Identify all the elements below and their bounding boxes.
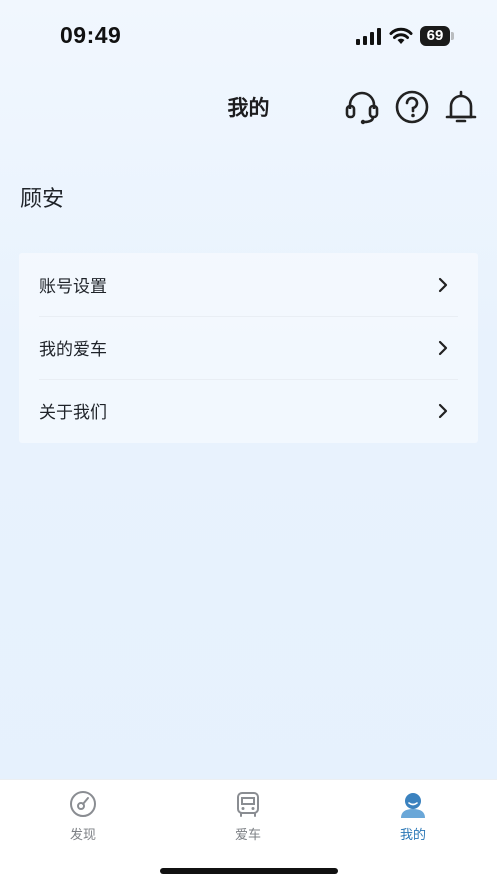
menu-item-label: 我的爱车 <box>39 340 107 360</box>
headset-icon[interactable] <box>344 87 380 127</box>
header: 我的 <box>0 84 497 130</box>
help-icon[interactable] <box>394 87 430 127</box>
menu-item-account-settings[interactable]: 账号设置 <box>19 253 478 316</box>
status-bar: 09:49 69 <box>0 0 497 72</box>
car-icon <box>237 792 259 817</box>
tab-label: 我的 <box>399 828 426 843</box>
tab-label: 爱车 <box>234 828 261 843</box>
tab-label: 发现 <box>69 828 96 843</box>
signal-icon <box>356 28 381 45</box>
battery-level: 69 <box>426 27 444 44</box>
battery-tip <box>451 32 454 40</box>
wifi-icon <box>389 27 413 44</box>
menu-item-about-us[interactable]: 关于我们 <box>19 379 478 442</box>
tab-car[interactable]: 爱车 <box>203 790 293 850</box>
menu-item-label: 关于我们 <box>39 403 107 423</box>
tab-discover[interactable]: 发现 <box>38 790 128 850</box>
tab-mine[interactable]: 我的 <box>368 790 458 850</box>
chevron-right-icon <box>438 403 448 419</box>
user-name: 顾安 <box>20 187 65 212</box>
home-indicator[interactable] <box>160 868 338 874</box>
discover-icon <box>70 791 96 817</box>
status-time: 09:49 <box>60 22 122 48</box>
chevron-right-icon <box>438 277 448 293</box>
menu-item-my-car[interactable]: 我的爱车 <box>19 316 478 379</box>
bell-icon[interactable] <box>443 87 479 127</box>
chevron-right-icon <box>438 340 448 356</box>
battery-icon: 69 <box>420 26 450 46</box>
profile-icon <box>401 793 425 818</box>
menu-card: 账号设置 我的爱车 关于我们 <box>19 253 478 443</box>
menu-item-label: 账号设置 <box>39 277 107 297</box>
